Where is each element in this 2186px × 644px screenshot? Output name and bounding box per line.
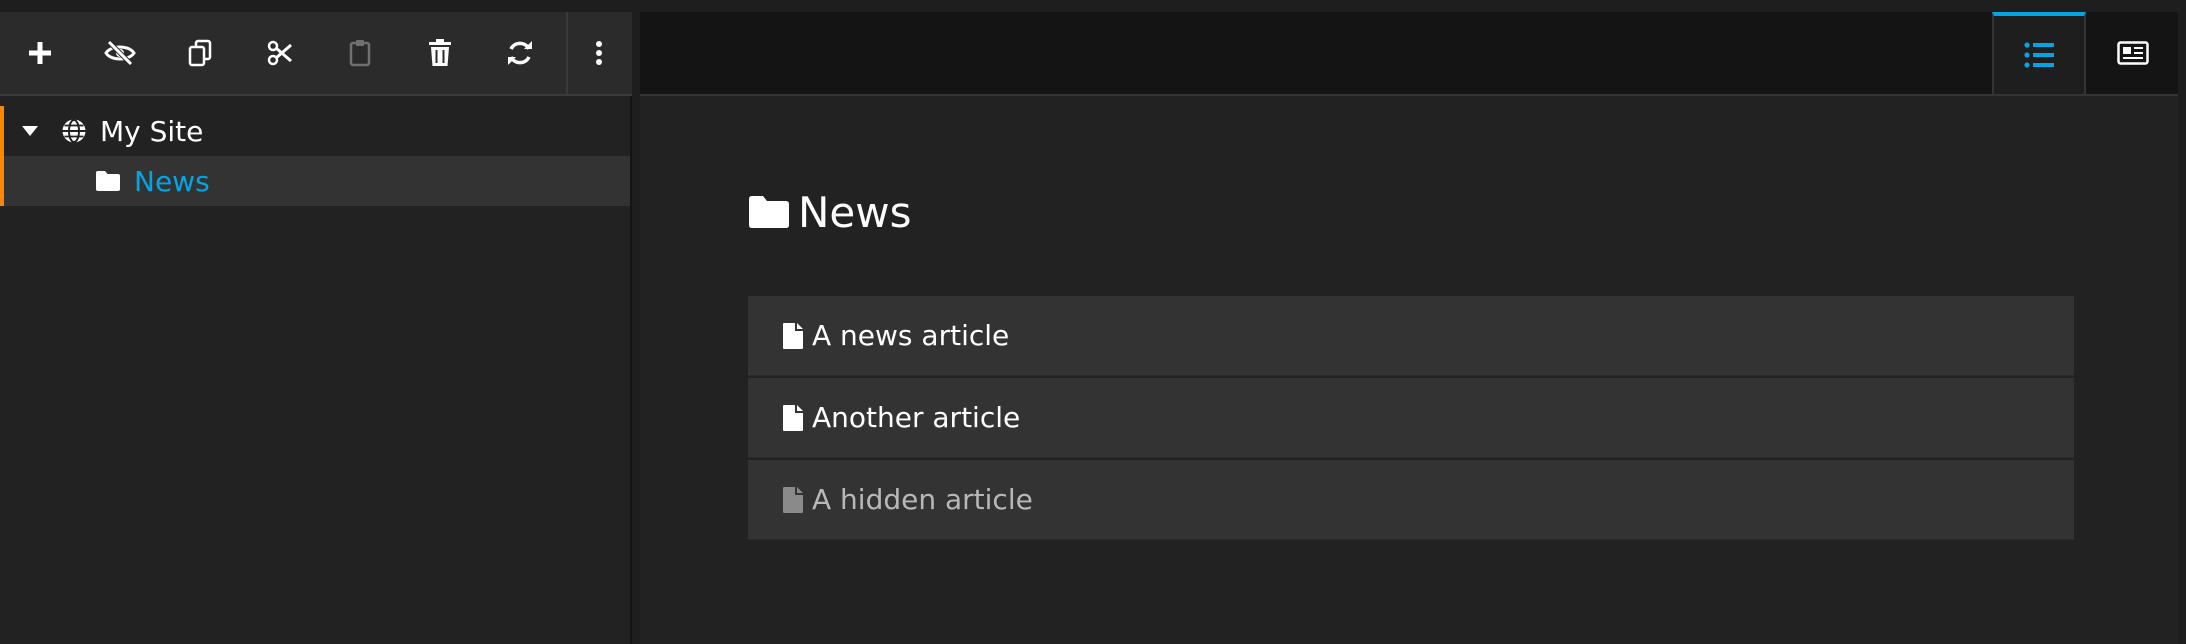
clipboard-icon [349,40,371,67]
tree-node-my-site[interactable]: My Site [0,106,630,156]
more-options-button[interactable] [566,12,630,94]
list-icon [2024,42,2054,68]
ellipsis-vertical-icon [596,41,602,65]
page-title-text: News [798,187,912,237]
tree-node-label: My Site [100,114,204,148]
paste-button[interactable] [320,12,400,94]
eye-slash-icon [104,40,136,66]
list-view-button[interactable] [1992,12,2086,94]
plus-icon [29,42,51,64]
copy-icon [188,39,212,67]
globe-icon [52,118,96,144]
trash-icon [429,39,451,66]
folder-icon [86,170,130,192]
list-item-label: A hidden article [812,483,1033,516]
caret-down-icon[interactable] [8,126,52,136]
document-tree: My Site News [0,106,630,206]
content-header [640,12,2178,96]
tree-toolbar [0,12,632,96]
tree-node-news[interactable]: News [0,156,630,206]
list-item-label: Another article [812,401,1021,434]
page-title: News [748,182,2074,242]
cut-button[interactable] [240,12,320,94]
document-tree-panel: My Site News [0,12,632,644]
preview-view-button[interactable] [2086,12,2180,94]
list-item-label: A news article [812,319,1010,352]
document-icon [782,486,804,514]
copy-button[interactable] [160,12,240,94]
content-area: News A news article Another article A hi… [748,182,2074,542]
list-item[interactable]: A news article [748,296,2074,376]
content-panel: News A news article Another article A hi… [640,12,2178,644]
add-button[interactable] [0,12,80,94]
folder-icon [748,195,790,229]
hide-button[interactable] [80,12,160,94]
delete-button[interactable] [400,12,480,94]
list-item[interactable]: A hidden article [748,460,2074,540]
tree-node-label: News [134,164,210,198]
document-icon [782,322,804,350]
refresh-icon [508,41,532,65]
list-item[interactable]: Another article [748,378,2074,458]
refresh-button[interactable] [480,12,560,94]
scissors-icon [267,40,292,66]
document-icon [782,404,804,432]
app-window: My Site News News A news article Another… [0,0,2186,644]
newspaper-icon [2117,41,2149,65]
